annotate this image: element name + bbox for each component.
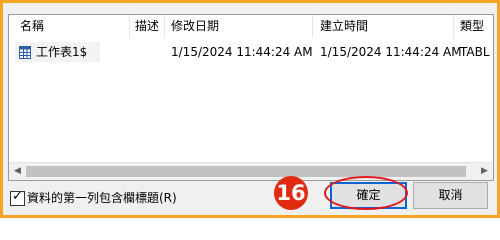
step-marker: 16 bbox=[274, 176, 308, 210]
column-header-modified[interactable]: 修改日期 bbox=[171, 15, 219, 38]
table-list[interactable]: 名稱 描述 修改日期 建立時間 類型 工作表1$ 1/15/2024 11:44… bbox=[8, 14, 494, 181]
horizontal-scrollbar[interactable]: ◀ ▶ bbox=[9, 162, 493, 180]
checkmark-icon: ✓ bbox=[12, 189, 23, 204]
column-divider[interactable] bbox=[453, 15, 454, 38]
header-row-checkbox-label[interactable]: 資料的第一列包含欄標題(R) bbox=[27, 188, 177, 208]
cancel-button[interactable]: 取消 bbox=[413, 182, 488, 209]
scroll-right-icon[interactable]: ▶ bbox=[476, 163, 493, 180]
column-header-created[interactable]: 建立時間 bbox=[320, 15, 368, 38]
row-type: TABL bbox=[460, 45, 490, 59]
column-header-type[interactable]: 類型 bbox=[460, 15, 484, 38]
table-row[interactable]: 工作表1$ 1/15/2024 11:44:24 AM 1/15/2024 11… bbox=[9, 42, 493, 62]
column-header-name[interactable]: 名稱 bbox=[20, 15, 44, 38]
scrollbar-thumb[interactable] bbox=[26, 166, 466, 177]
row-modified: 1/15/2024 11:44:24 AM bbox=[171, 45, 313, 59]
header-row-checkbox[interactable]: ✓ bbox=[10, 189, 25, 206]
column-divider[interactable] bbox=[312, 15, 313, 38]
column-header-description[interactable]: 描述 bbox=[135, 15, 159, 38]
table-icon bbox=[19, 45, 31, 59]
scroll-left-icon[interactable]: ◀ bbox=[9, 163, 26, 180]
row-name: 工作表1$ bbox=[36, 45, 88, 59]
ok-button[interactable]: 確定 bbox=[330, 182, 407, 209]
list-header: 名稱 描述 修改日期 建立時間 類型 bbox=[9, 15, 493, 38]
column-divider[interactable] bbox=[129, 15, 130, 38]
column-divider[interactable] bbox=[164, 15, 165, 38]
row-created: 1/15/2024 11:44:24 AM bbox=[320, 45, 462, 59]
